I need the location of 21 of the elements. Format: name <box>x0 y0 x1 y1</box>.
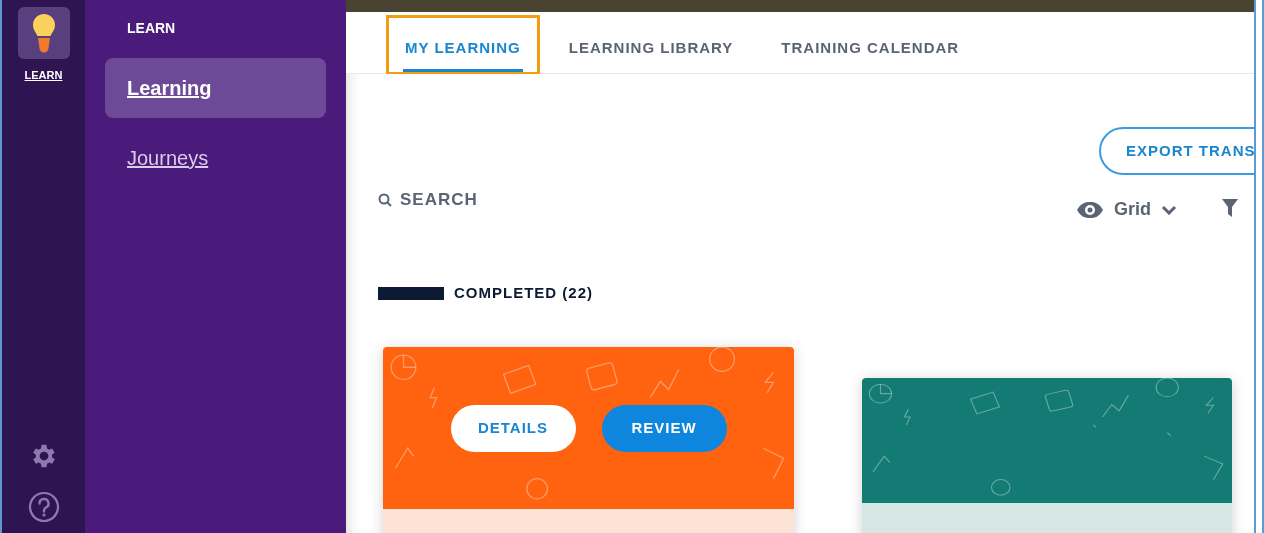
help-icon[interactable] <box>27 491 60 523</box>
search-field[interactable]: SEARCH <box>378 187 478 213</box>
section-title: COMPLETED (22) <box>454 283 593 303</box>
app-tile[interactable] <box>17 7 70 59</box>
search-icon <box>378 192 392 207</box>
tab[interactable]: LEARNING LIBRARY <box>566 28 736 72</box>
tab[interactable]: TRAINING CALENDAR <box>779 28 962 72</box>
sidebar-item[interactable]: Learning <box>105 58 326 118</box>
lightbulb-icon <box>31 13 56 53</box>
eye-icon <box>1076 200 1104 219</box>
app-label[interactable]: LEARN <box>24 67 63 84</box>
review-button[interactable]: REVIEW <box>601 404 727 452</box>
view-select[interactable]: Grid <box>1076 196 1177 223</box>
details-button[interactable]: DETAILS <box>450 404 576 452</box>
course-card[interactable] <box>862 378 1232 533</box>
section-bar <box>378 286 444 300</box>
filter-icon[interactable] <box>1222 199 1238 217</box>
sidebar-item[interactable]: Journeys <box>105 128 326 188</box>
sidebar-heading: LEARN <box>126 19 177 38</box>
course-card[interactable]: DETAILS REVIEW <box>383 347 794 533</box>
chevron-down-icon <box>1161 204 1177 215</box>
